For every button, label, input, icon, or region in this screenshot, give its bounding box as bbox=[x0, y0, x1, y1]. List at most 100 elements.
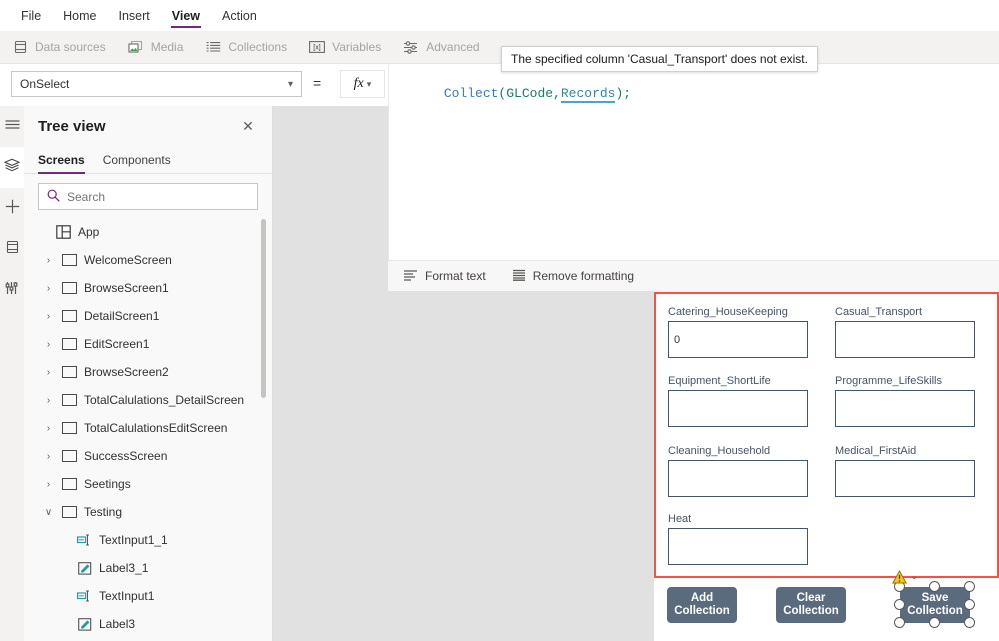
menu-item-action[interactable]: Action bbox=[211, 0, 268, 31]
resize-handle-se[interactable] bbox=[964, 617, 975, 628]
tree-node-label: Label3 bbox=[99, 617, 136, 631]
text-input[interactable]: 0 bbox=[668, 321, 808, 358]
tree-node-detailscreen1[interactable]: › DetailScreen1 bbox=[24, 302, 272, 330]
button-line2: Collection bbox=[907, 605, 963, 617]
rail-tree-view-button[interactable] bbox=[0, 147, 24, 188]
resize-handle-sw[interactable] bbox=[894, 617, 905, 628]
formula-token-glcode: GLCode bbox=[506, 86, 554, 101]
tree-node-browsescreen2[interactable]: › BrowseScreen2 bbox=[24, 358, 272, 386]
chevron-right-icon[interactable]: › bbox=[42, 395, 55, 406]
ribbon-toolbar: Data sources Media Collections [x] Varia… bbox=[0, 31, 999, 64]
chevron-right-icon[interactable]: › bbox=[42, 479, 55, 490]
text-input[interactable] bbox=[668, 528, 808, 565]
tree-view-list[interactable]: App › WelcomeScreen › BrowseScreen1 › De… bbox=[24, 216, 272, 641]
ribbon-item-label: Advanced bbox=[426, 40, 480, 54]
text-input[interactable] bbox=[835, 460, 975, 497]
button-line1: Clear bbox=[796, 592, 826, 604]
format-text-button[interactable]: Format text bbox=[403, 269, 486, 284]
tree-node-browsescreen1[interactable]: › BrowseScreen1 bbox=[24, 274, 272, 302]
ribbon-data-sources[interactable]: Data sources bbox=[12, 39, 106, 55]
warning-triangle-icon[interactable] bbox=[892, 570, 907, 584]
rail-hamburger-button[interactable] bbox=[0, 106, 24, 147]
remove-formatting-button[interactable]: Remove formatting bbox=[512, 269, 634, 284]
ribbon-item-label: Data sources bbox=[35, 40, 106, 54]
tree-node-label: WelcomeScreen bbox=[84, 253, 172, 267]
resize-handle-s[interactable] bbox=[929, 617, 940, 628]
chevron-right-icon[interactable]: › bbox=[42, 283, 55, 294]
tree-node-label: SuccessScreen bbox=[84, 449, 168, 463]
plus-icon bbox=[5, 199, 20, 219]
chevron-right-icon[interactable]: › bbox=[42, 423, 55, 434]
rail-tools-button[interactable] bbox=[0, 270, 24, 311]
field-label: Catering_HouseKeeping bbox=[668, 306, 788, 318]
ribbon-advanced[interactable]: Advanced bbox=[403, 39, 480, 55]
menu-item-view[interactable]: View bbox=[161, 0, 211, 31]
ribbon-variables[interactable]: [x] Variables bbox=[309, 39, 381, 55]
search-input[interactable] bbox=[67, 189, 249, 204]
tree-node-welcomescreen[interactable]: › WelcomeScreen bbox=[24, 246, 272, 274]
add-collection-button[interactable]: Add Collection bbox=[667, 587, 737, 623]
tree-node-editscreen1[interactable]: › EditScreen1 bbox=[24, 330, 272, 358]
advanced-icon bbox=[403, 39, 419, 55]
tree-node-label: DetailScreen1 bbox=[84, 309, 160, 323]
collections-icon bbox=[205, 39, 221, 55]
close-icon[interactable]: ✕ bbox=[238, 116, 258, 136]
resize-handle-w[interactable] bbox=[894, 599, 905, 610]
tree-node-seetings[interactable]: › Seetings bbox=[24, 470, 272, 498]
ribbon-collections[interactable]: Collections bbox=[205, 39, 287, 55]
layers-icon bbox=[3, 158, 21, 177]
tree-node-totalcalulationseditscreen[interactable]: › TotalCalulationsEditScreen bbox=[24, 414, 272, 442]
screen-icon bbox=[61, 449, 78, 464]
chevron-down-icon[interactable]: ⌄ bbox=[910, 571, 918, 582]
menu-item-home[interactable]: Home bbox=[52, 0, 107, 31]
rail-data-button[interactable] bbox=[0, 229, 24, 270]
error-tooltip-text: The specified column 'Casual_Transport' … bbox=[511, 52, 808, 66]
tree-node-app[interactable]: App bbox=[24, 218, 272, 246]
formula-token-records-error: Records bbox=[560, 86, 616, 103]
chevron-right-icon[interactable]: › bbox=[42, 311, 55, 322]
text-input[interactable] bbox=[835, 390, 975, 427]
tree-view-scrollbar[interactable] bbox=[261, 219, 266, 398]
resize-handle-n[interactable] bbox=[929, 581, 940, 592]
tree-node-label3-1[interactable]: Label3_1 bbox=[24, 554, 272, 582]
chevron-down-icon: ▾ bbox=[366, 78, 372, 89]
fx-button[interactable]: fx ▾ bbox=[340, 70, 385, 98]
chevron-right-icon[interactable]: › bbox=[42, 367, 55, 378]
clear-collection-button[interactable]: Clear Collection bbox=[776, 587, 846, 623]
button-line2: Collection bbox=[783, 605, 839, 617]
screen-icon bbox=[61, 253, 78, 268]
left-icon-rail bbox=[0, 106, 24, 641]
menu-item-insert[interactable]: Insert bbox=[108, 0, 161, 31]
error-tooltip: The specified column 'Casual_Transport' … bbox=[501, 46, 818, 72]
search-box[interactable] bbox=[38, 183, 258, 210]
remove-formatting-icon bbox=[512, 269, 526, 284]
tab-screens[interactable]: Screens bbox=[38, 146, 85, 174]
tree-node-textinput1-1[interactable]: TextInput1_1 bbox=[24, 526, 272, 554]
resize-handle-ne[interactable] bbox=[964, 581, 975, 592]
tree-node-testing[interactable]: ∨ Testing bbox=[24, 498, 272, 526]
chevron-down-icon[interactable]: ∨ bbox=[42, 507, 55, 518]
screen-icon bbox=[61, 281, 78, 296]
resize-handle-e[interactable] bbox=[964, 599, 975, 610]
app-screen-surface: Catering_HouseKeeping 0 Casual_Transport… bbox=[654, 291, 999, 641]
tab-components[interactable]: Components bbox=[103, 146, 171, 174]
rail-insert-button[interactable] bbox=[0, 188, 24, 229]
chevron-right-icon[interactable]: › bbox=[42, 255, 55, 266]
menu-item-label: View bbox=[171, 8, 201, 23]
tree-node-label3[interactable]: Label3 bbox=[24, 610, 272, 638]
chevron-right-icon[interactable]: › bbox=[42, 339, 55, 350]
chevron-right-icon[interactable]: › bbox=[42, 451, 55, 462]
property-select[interactable]: OnSelect ▾ bbox=[11, 71, 302, 97]
tree-node-successscreen[interactable]: › SuccessScreen bbox=[24, 442, 272, 470]
formula-code[interactable]: Collect(GLCode,Records); bbox=[397, 71, 631, 116]
text-input[interactable] bbox=[668, 460, 808, 497]
formula-editor-panel[interactable]: Collect(GLCode,Records); bbox=[388, 64, 999, 260]
menu-item-file[interactable]: File bbox=[10, 0, 52, 31]
ribbon-media[interactable]: Media bbox=[128, 39, 183, 55]
tree-node-totalcalulations-detailscreen[interactable]: › TotalCalulations_DetailScreen bbox=[24, 386, 272, 414]
tree-node-label: TextInput1_1 bbox=[99, 533, 168, 547]
text-input[interactable] bbox=[668, 390, 808, 427]
text-input[interactable] bbox=[835, 321, 975, 358]
tree-node-textinput1[interactable]: TextInput1 bbox=[24, 582, 272, 610]
field-heat: Heat bbox=[668, 513, 808, 565]
